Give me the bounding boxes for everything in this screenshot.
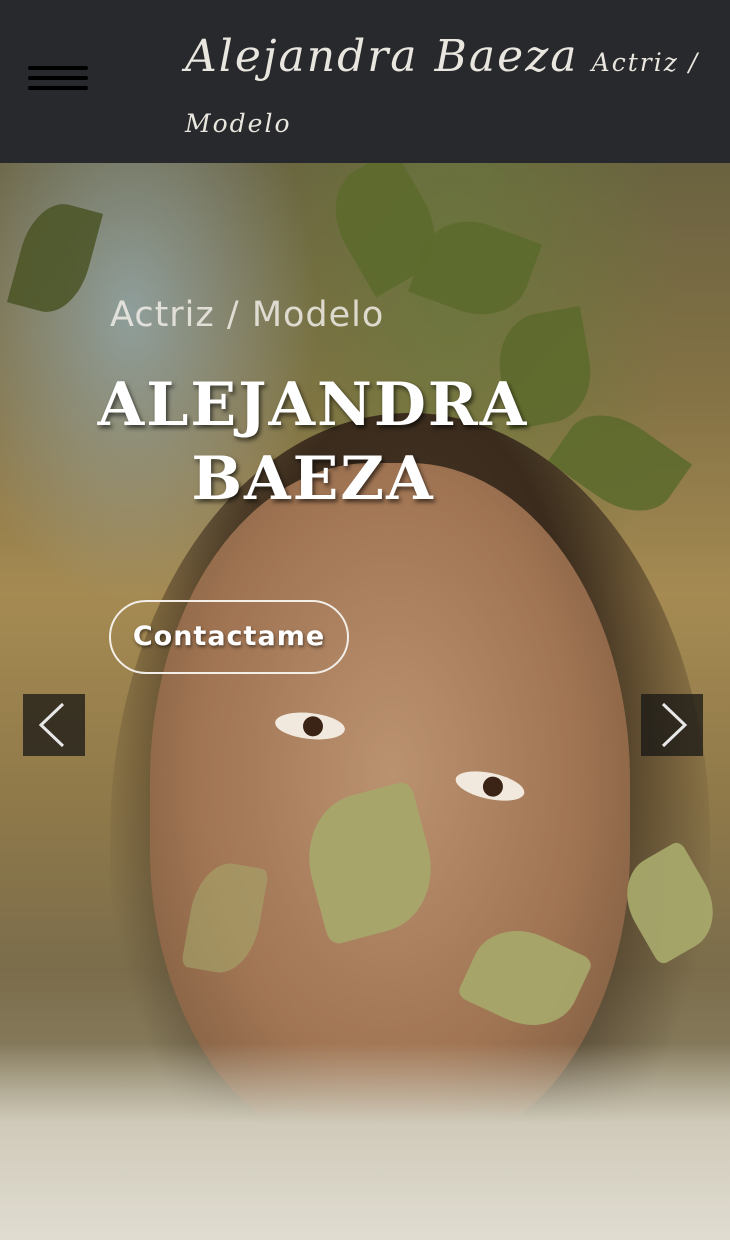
- background-leaf: [6, 195, 104, 321]
- menu-bar: [28, 86, 88, 90]
- site-brand[interactable]: Alejandra Baeza Actriz / Modelo: [185, 28, 705, 156]
- hero-subtitle: Actriz / Modelo: [110, 295, 385, 335]
- menu-bar: [28, 76, 88, 80]
- contact-button[interactable]: Contactame: [109, 600, 349, 674]
- chevron-right-icon: [661, 702, 688, 748]
- slide-next-button[interactable]: [641, 694, 703, 756]
- menu-bar: [28, 66, 88, 70]
- hamburger-menu-icon[interactable]: [28, 66, 90, 96]
- hero-headline: ALEJANDRA BAEZA: [97, 370, 529, 514]
- chevron-left-icon: [38, 702, 65, 748]
- brand-name: Alejandra Baeza: [185, 31, 579, 82]
- slide-prev-button[interactable]: [23, 694, 85, 756]
- photo-shirt: [0, 1043, 730, 1240]
- site-header: Alejandra Baeza Actriz / Modelo: [0, 0, 730, 163]
